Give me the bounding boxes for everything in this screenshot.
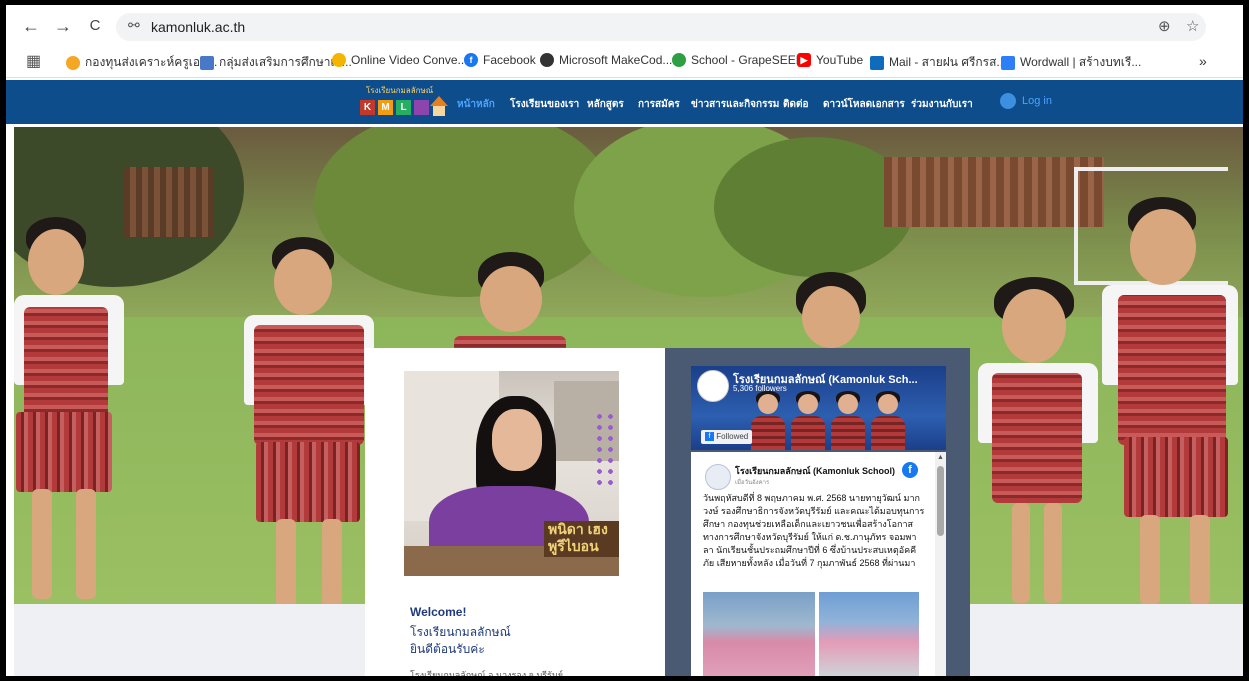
menu-curriculum[interactable]: หลักสูตร <box>587 97 624 112</box>
cover-child <box>831 391 865 450</box>
bookmark-item[interactable]: Microsoft MakeCod... <box>540 53 672 67</box>
back-icon[interactable]: ← <box>20 15 42 37</box>
post-time[interactable]: เมื่อวันอังคาร <box>735 477 769 487</box>
logo-letter-k: K <box>360 100 375 115</box>
hero-child <box>974 277 1104 604</box>
facebook-icon: f <box>705 432 714 442</box>
grapeseed-icon <box>672 53 686 67</box>
apps-grid-icon[interactable]: ▦ <box>26 51 41 71</box>
logo-block-icon <box>414 100 429 115</box>
makecode-icon <box>540 53 554 67</box>
post-text: วันพฤหัสบดีที่ 8 พฤษภาคม พ.ศ. 2568 นายทา… <box>703 493 925 568</box>
facebook-icon: f <box>464 53 478 67</box>
school-logo[interactable]: โรงเรียนกมลลักษณ์ K M L <box>356 84 448 120</box>
facebook-post: โรงเรียนกมลลักษณ์ (Kamonluk School) f เม… <box>691 452 946 676</box>
site-info-icon[interactable]: ⚯ <box>128 17 140 34</box>
facebook-panel: โรงเรียนกมลลักษณ์ (Kamonluk Sch... 5,306… <box>665 348 970 676</box>
forward-icon[interactable]: → <box>52 15 74 37</box>
login-button[interactable]: Log in <box>1000 93 1052 109</box>
logo-letter-l: L <box>396 100 411 115</box>
cover-child <box>791 391 825 450</box>
post-avatar[interactable] <box>705 464 731 490</box>
post-author[interactable]: โรงเรียนกมลลักษณ์ (Kamonluk School) <box>735 464 895 478</box>
bookmark-favicon-icon <box>66 55 80 70</box>
bookmark-item[interactable]: f Facebook <box>464 53 536 67</box>
bookmark-item[interactable]: Mail - สายฝน ศรีกรส... <box>870 53 1006 72</box>
director-photo: พนิดา เฮง พูรีไบอน <box>404 371 619 576</box>
browser-window: ← → C ⚯ kamonluk.ac.th ⊕ ☆ ▦ กองทุนส่งเค… <box>6 5 1243 676</box>
scroll-up-icon[interactable]: ▲ <box>937 454 944 461</box>
menu-careers[interactable]: ร่วมงานกับเรา <box>911 97 973 112</box>
followed-button[interactable]: f Followed <box>701 430 753 444</box>
bookmark-item[interactable]: กองทุนส่งเคราะห์ครูเอก... <box>66 53 217 72</box>
bookmark-item[interactable]: Online Video Conve... <box>332 53 468 67</box>
bookmark-item[interactable]: School - GrapeSEED <box>672 53 804 67</box>
bookmark-item[interactable]: Wordwall | สร้างบทเรี... <box>1001 53 1141 72</box>
cover-child <box>751 391 785 450</box>
logo-letter-m: M <box>378 100 393 115</box>
house-body-icon <box>433 106 445 116</box>
post-photo[interactable] <box>703 592 815 676</box>
outlook-icon <box>870 55 884 70</box>
name-plate: พนิดา เฮง พูรีไบอน <box>544 521 619 557</box>
wordwall-icon <box>1001 55 1015 70</box>
login-label: Log in <box>1022 95 1052 107</box>
bookmark-item[interactable]: กลุ่มส่งเสริมการศึกษาเอ... <box>200 53 352 72</box>
post-scrollbar[interactable]: ▲ <box>935 452 946 676</box>
fb-followers: 5,306 followers <box>733 384 787 393</box>
menu-admission[interactable]: การสมัคร <box>638 97 680 112</box>
post-photo[interactable] <box>819 592 919 676</box>
youtube-icon: ▶ <box>797 53 811 67</box>
cover-child <box>871 391 905 450</box>
zoom-icon[interactable]: ⊕ <box>1158 17 1171 35</box>
bookmarks-overflow-icon[interactable]: » <box>1199 53 1207 69</box>
bookmark-favicon-icon <box>200 55 214 70</box>
browser-toolbar: ← → C ⚯ kamonluk.ac.th ⊕ ☆ <box>6 5 1243 47</box>
reload-icon[interactable]: C <box>84 15 106 37</box>
site-navbar: โรงเรียนกมลลักษณ์ K M L หน้าหลัก โรงเรีย… <box>6 80 1243 124</box>
scrollbar-thumb[interactable] <box>937 466 944 536</box>
logo-title: โรงเรียนกมลลักษณ์ <box>366 86 434 95</box>
facebook-cover[interactable]: โรงเรียนกมลลักษณ์ (Kamonluk Sch... 5,306… <box>691 366 946 450</box>
hero-child <box>1094 197 1243 604</box>
url-text[interactable]: kamonluk.ac.th <box>151 19 245 35</box>
menu-home[interactable]: หน้าหลัก <box>457 97 495 112</box>
bookmarks-bar: ▦ กองทุนส่งเคราะห์ครูเอก... กลุ่มส่งเสริ… <box>6 47 1243 78</box>
menu-our-school[interactable]: โรงเรียนของเรา <box>510 97 579 112</box>
house-icon <box>430 96 448 106</box>
hero-fence <box>884 157 1104 227</box>
welcome-heading: Welcome! <box>410 605 467 619</box>
address-bar[interactable] <box>116 13 1206 41</box>
welcome-card: พนิดา เฮง พูรีไบอน Welcome! โรงเรียนกมลล… <box>365 348 665 676</box>
welcome-greeting: ยินดีต้อนรับค่ะ <box>410 642 485 656</box>
user-avatar-icon <box>1000 93 1016 109</box>
bookmark-item[interactable]: ▶ YouTube <box>797 53 863 67</box>
menu-contact[interactable]: ติดต่อ <box>783 97 809 112</box>
menu-news[interactable]: ข่าวสารและกิจกรรม <box>691 97 779 112</box>
menu-downloads[interactable]: ดาวน์โหลดเอกสาร <box>823 97 905 112</box>
hero-child <box>454 252 574 376</box>
school-address: โรงเรียนกมลลักษณ์ อ.นางรอง จ.บุรีรัมย์ <box>410 670 564 676</box>
page-logo[interactable] <box>697 370 729 402</box>
bookmark-favicon-icon <box>332 53 346 67</box>
facebook-icon[interactable]: f <box>902 462 918 478</box>
hero-child <box>14 217 154 604</box>
bookmark-star-icon[interactable]: ☆ <box>1186 17 1199 35</box>
